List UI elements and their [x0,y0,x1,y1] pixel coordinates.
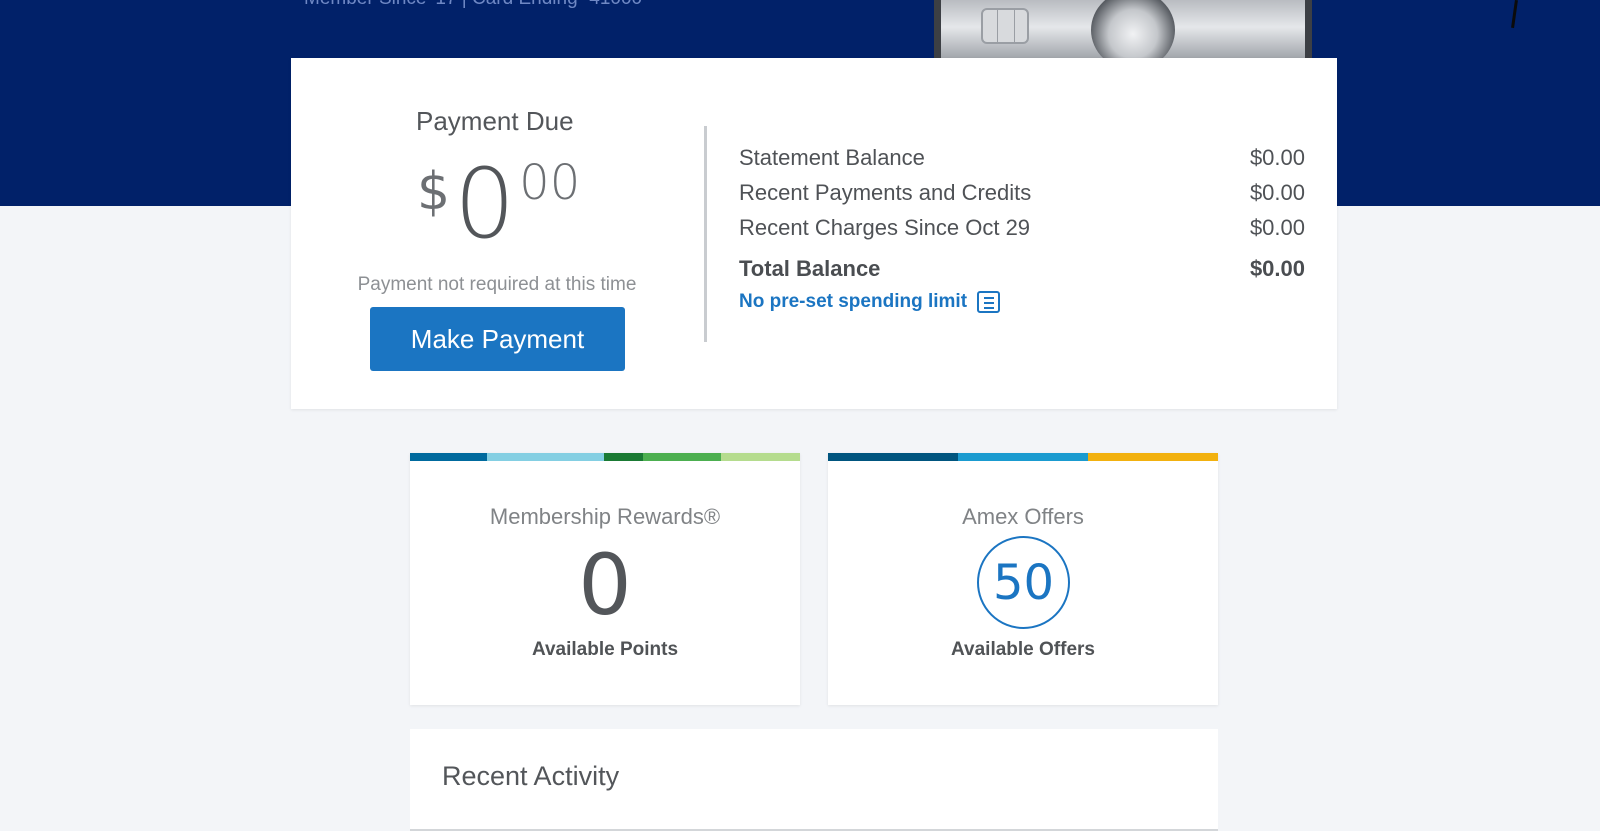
chip-icon [981,8,1029,44]
membership-rewards-tile[interactable]: Membership Rewards® 0 Available Points [410,453,800,705]
payment-due-title: Payment Due [416,106,574,136]
total-balance-label: Total Balance [739,256,881,281]
stripe-segment [643,453,721,461]
amount-dollars: 0 [454,148,516,260]
stripe-segment [410,453,487,461]
balance-row-payments: Recent Payments and Credits $0.00 [739,175,1305,210]
card-art-image [934,0,1312,60]
vertical-divider [704,126,707,342]
balance-row-statement: Statement Balance $0.00 [739,140,1305,175]
payment-note: Payment not required at this time [357,274,637,295]
stripe-segment [958,453,1088,461]
stripe-segment [1088,453,1218,461]
offers-count-badge[interactable]: 50 [977,536,1070,629]
rewards-title: Membership Rewards® [489,504,721,529]
stripe-segment [828,453,958,461]
balance-row-total: Total Balance $0.00 [739,249,1305,289]
document-icon[interactable] [977,291,1001,313]
spending-limit-link[interactable]: No pre-set spending limit [739,291,1001,313]
recent-activity-title: Recent Activity [442,761,620,791]
total-balance-value: $0.00 [1249,256,1305,281]
balance-value: $0.00 [1249,179,1305,205]
stripe-segment [487,453,604,461]
currency-symbol: $ [417,162,451,222]
balance-label: Recent Charges Since Oct 29 [739,214,1031,240]
balance-list: Statement Balance $0.00 Recent Payments … [739,140,1305,289]
corner-mark [1511,0,1518,29]
stripe-segment [721,453,800,461]
balance-row-charges: Recent Charges Since Oct 29 $0.00 [739,210,1305,245]
balance-label: Recent Payments and Credits [739,179,1032,205]
spending-limit-label[interactable]: No pre-set spending limit [739,291,967,313]
amex-offers-tile[interactable]: Amex Offers 50 Available Offers [828,453,1218,705]
recent-activity-panel: Recent Activity [410,729,1218,831]
payment-due-amount: $ 0 00 [417,156,580,252]
balance-label: Statement Balance [739,144,925,170]
centurion-logo-icon [1091,0,1175,60]
offers-subtitle: Available Offers [951,639,1095,660]
stripe-segment [604,453,643,461]
make-payment-button[interactable]: Make Payment [370,307,625,371]
balance-value: $0.00 [1249,214,1305,240]
rewards-points: 0 [578,536,632,634]
balance-value: $0.00 [1249,144,1305,170]
offers-title: Amex Offers [962,504,1084,529]
amount-cents: 00 [519,155,581,211]
rewards-subtitle: Available Points [531,639,679,660]
payment-summary-card: Payment Due $ 0 00 Payment not required … [291,58,1337,409]
member-since-line: Member Since '17 | Card Ending -41000 [304,0,642,10]
